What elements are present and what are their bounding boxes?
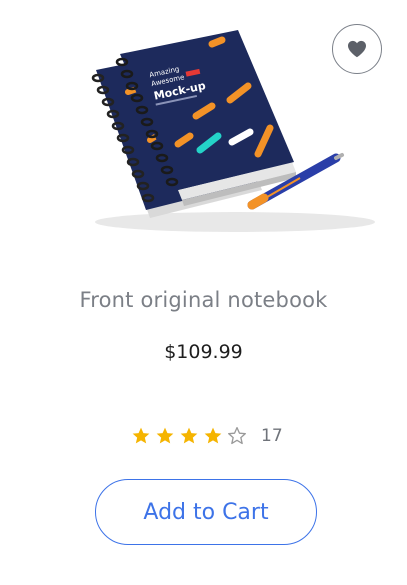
product-price: $109.99 — [164, 341, 243, 363]
review-count: 17 — [261, 426, 283, 446]
rating-stars: 17 — [131, 424, 283, 448]
star-filled-icon — [180, 427, 198, 444]
product-card: Amazing Awesome Mock-up Front original n… — [0, 0, 407, 585]
heart-icon — [348, 40, 366, 58]
star-filled-icon — [132, 427, 150, 444]
add-to-cart-button[interactable]: Add to Cart — [95, 479, 317, 545]
star-filled-icon — [156, 427, 174, 444]
star-filled-icon — [204, 427, 222, 444]
star-empty-icon — [228, 427, 246, 445]
wishlist-button[interactable] — [332, 24, 382, 74]
product-title[interactable]: Front original notebook — [0, 288, 407, 312]
